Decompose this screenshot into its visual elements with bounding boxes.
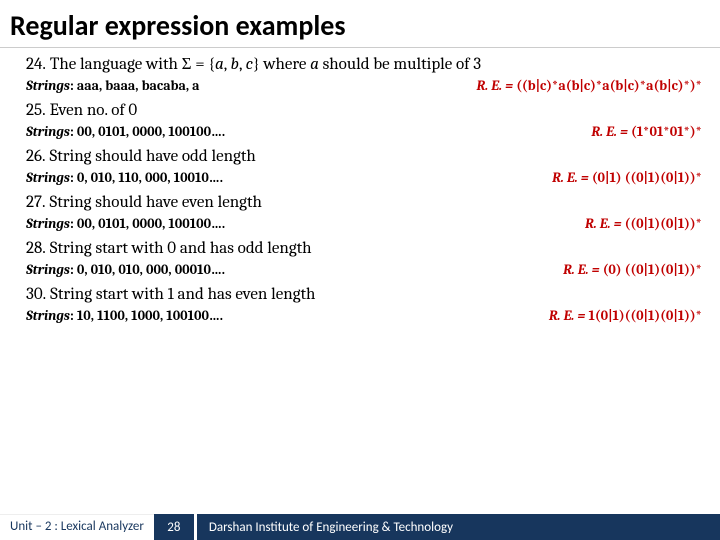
example-row: Strings: 00, 0101, 0000, 100100…. R. E. =… [26, 214, 702, 233]
re-label: R. E. = [585, 215, 625, 232]
strings-cell: Strings: aaa, baaa, bacaba, a [26, 76, 200, 95]
re-value: ((b|c)*a(b|c)*a(b|c)*a(b|c)*)* [516, 77, 702, 94]
strings-label: Strings [26, 307, 70, 324]
strings-label: Strings [26, 169, 70, 186]
problem-statement: 27.String should have even length [26, 193, 702, 212]
re-value: (0|1) ((0|1)(0|1))* [592, 169, 702, 186]
re-label: R. E. = [549, 307, 589, 324]
strings-cell: Strings: 0, 010, 110, 000, 10010…. [26, 168, 223, 187]
content-area: 24.The language with Σ = {a, b, c} where… [0, 54, 720, 325]
problem-statement: 26.String should have odd length [26, 147, 702, 166]
strings-value: : 0, 010, 010, 000, 00010…. [70, 261, 225, 278]
strings-value: : aaa, baaa, bacaba, a [70, 77, 200, 94]
example-row: Strings: aaa, baaa, bacaba, a R. E. = ((b… [26, 76, 702, 95]
example-row: Strings: 10, 1100, 1000, 100100…. R. E. =… [26, 306, 702, 325]
footer-pagenum: 28 [154, 514, 194, 540]
strings-cell: Strings: 0, 010, 010, 000, 00010…. [26, 260, 225, 279]
example-row: Strings: 0, 010, 010, 000, 00010…. R. E. … [26, 260, 702, 279]
re-cell: R. E. = ((0|1)(0|1))* [585, 214, 702, 233]
re-value: ((0|1)(0|1))* [625, 215, 702, 232]
strings-value: : 10, 1100, 1000, 100100…. [70, 307, 223, 324]
re-cell: R. E. = (0|1) ((0|1)(0|1))* [552, 168, 702, 187]
strings-label: Strings [26, 261, 70, 278]
strings-value: : 00, 0101, 0000, 100100…. [70, 215, 225, 232]
example-row: Strings: 00, 0101, 0000, 100100…. R. E. =… [26, 122, 702, 141]
re-cell: R. E. = 1(0|1)((0|1)(0|1))* [549, 306, 702, 325]
problem-statement: 24.The language with Σ = {a, b, c} where… [26, 54, 702, 74]
re-label: R. E. = [563, 261, 603, 278]
strings-value: : 0, 010, 110, 000, 10010…. [70, 169, 223, 186]
strings-cell: Strings: 10, 1100, 1000, 100100…. [26, 306, 223, 325]
re-cell: R. E. = ((b|c)*a(b|c)*a(b|c)*a(b|c)*)* [477, 76, 702, 95]
re-cell: R. E. = (1*01*01*)* [591, 122, 702, 141]
strings-label: Strings [26, 77, 70, 94]
problem-statement: 28.String start with 0 and has odd lengt… [26, 239, 702, 258]
strings-cell: Strings: 00, 0101, 0000, 100100…. [26, 122, 225, 141]
problem-statement: 30.String start with 1 and has even leng… [26, 285, 702, 304]
footer-unit: Unit – 2 : Lexical Analyzer [0, 514, 154, 540]
problem-statement: 25.Even no. of 0 [26, 101, 702, 120]
slide-title: Regular expression examples [0, 0, 720, 48]
re-value: 1(0|1)((0|1)(0|1))* [588, 307, 702, 324]
re-value: (0) ((0|1)(0|1))* [603, 261, 702, 278]
re-label: R. E. = [591, 123, 631, 140]
example-row: Strings: 0, 010, 110, 000, 10010…. R. E. … [26, 168, 702, 187]
strings-label: Strings [26, 123, 70, 140]
strings-value: : 00, 0101, 0000, 100100…. [70, 123, 225, 140]
re-value: (1*01*01*)* [631, 123, 702, 140]
re-label: R. E. = [552, 169, 592, 186]
re-cell: R. E. = (0) ((0|1)(0|1))* [563, 260, 702, 279]
footer-bar: Unit – 2 : Lexical Analyzer 28 Darshan I… [0, 514, 720, 540]
footer-org: Darshan Institute of Engineering & Techn… [197, 514, 720, 540]
strings-label: Strings [26, 215, 70, 232]
re-label: R. E. = [477, 77, 517, 94]
strings-cell: Strings: 00, 0101, 0000, 100100…. [26, 214, 225, 233]
